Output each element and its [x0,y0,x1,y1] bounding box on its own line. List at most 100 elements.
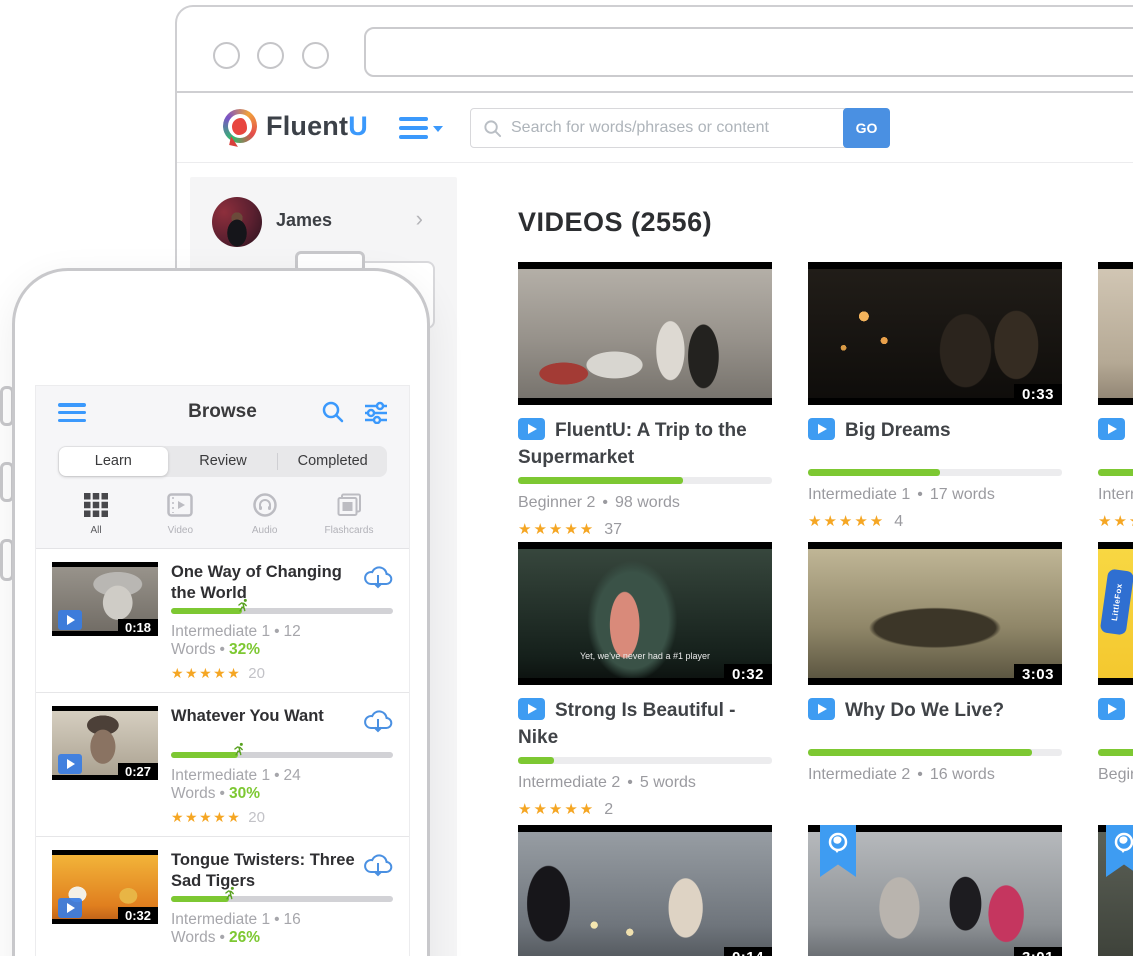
search-icon [483,119,502,138]
duration-badge: 3:01 [1014,947,1062,956]
search-field[interactable]: Search for words/phrases or content GO [470,108,890,148]
video-card[interactable]: 0:14 [518,825,772,956]
duration-badge: 0:14 [724,947,772,956]
app-header: FluentU Search for words/phrases or cont… [177,93,1133,163]
duration-badge: 0:33 [1014,384,1062,405]
chevron-down-icon [433,126,443,132]
video-thumbnail[interactable] [518,262,772,405]
filter-all[interactable]: All [64,491,128,536]
video-thumbnail[interactable]: Yet, we've never had a #1 player0:32 [518,542,772,685]
play-icon [1098,418,1125,440]
download-cloud-icon[interactable] [363,564,393,590]
user-name: James [276,210,332,231]
progress-bar [1098,749,1133,756]
video-meta: Intermediate 2•5 words [518,774,772,792]
star-rating: ★★★★★4 [808,512,1062,531]
play-icon [58,610,82,630]
stars-icon: ★★★★★ [518,521,595,538]
filter-flashcards[interactable]: Flashcards [317,491,381,536]
video-card[interactable]: LittleFox W Begin [1098,542,1133,784]
tab-completed[interactable]: Completed [278,446,387,477]
content-type-filters: All Video Audio Flashcards [64,491,381,536]
video-title: Big Dreams [845,420,951,441]
video-thumbnail[interactable]: 0:27 [52,706,158,780]
video-card[interactable] [1098,825,1133,956]
progress-bar [518,757,772,764]
video-card[interactable]: 3:01 [808,825,1062,956]
page-title: VIDEOS (2556) [518,207,712,238]
video-thumbnail[interactable] [1098,262,1133,405]
window-control-icon[interactable] [213,42,240,69]
star-rating: ★★★★★37 [518,520,772,539]
phone-screen-title: Browse [36,401,409,423]
window-control-icon[interactable] [302,42,329,69]
flashcards-icon [317,491,381,519]
star-rating: ★★★★★20 [171,665,393,682]
search-icon[interactable] [321,400,345,424]
progress-bar [1098,469,1133,476]
stars-icon: ★★★★★ [808,513,885,530]
grid-icon [64,491,128,519]
list-item[interactable]: 0:27 Whatever You Want Intermediate 1•24… [36,693,409,837]
video-card[interactable]: 3:03 Why Do We Live? Intermediate 2•16 w… [808,542,1062,784]
video-title: FluentU: A Trip to the Supermarket [518,420,747,468]
filter-audio[interactable]: Audio [233,491,297,536]
star-rating: ★★★★★2 [518,800,772,819]
video-thumbnail[interactable]: LittleFox [1098,542,1133,685]
stars-icon: ★★★★★ [171,665,241,681]
progress-bar [171,608,393,614]
video-thumbnail[interactable]: 0:14 [518,825,772,956]
video-thumbnail[interactable]: 0:32 [52,850,158,924]
video-title: Whatever You Want [171,706,393,750]
download-cloud-icon[interactable] [363,852,393,878]
filter-video[interactable]: Video [148,491,212,536]
tab-learn[interactable]: Learn [59,447,168,476]
video-card[interactable]: FluentU: A Trip to the Supermarket Begin… [518,262,772,539]
go-button[interactable]: GO [843,108,890,148]
video-thumbnail[interactable]: 3:01 [808,825,1062,956]
duration-badge: 0:18 [118,619,158,636]
fluentu-logo[interactable]: FluentU [223,109,368,143]
video-meta: Intermediate 1•17 words [808,486,1062,504]
download-cloud-icon[interactable] [363,708,393,734]
video-thumbnail[interactable]: 0:33 [808,262,1062,405]
video-card[interactable]: 0:33 Big Dreams Intermediate 1•17 words … [808,262,1062,531]
video-thumbnail[interactable]: 0:18 [52,562,158,636]
list-item[interactable]: 0:18 One Way of Changing the World Inter… [36,549,409,693]
video-card[interactable]: 3 Interm ★★★ [1098,262,1133,530]
video-title: One Way of Changing the World [171,562,393,606]
url-bar[interactable] [364,27,1133,77]
duration-badge: 0:27 [118,763,158,780]
phone-screen: Browse Learn Review Completed All [35,385,410,956]
video-meta: Beginner 2•98 words [518,494,772,512]
main-menu-button[interactable] [399,115,445,143]
video-thumbnail[interactable]: 3:03 [808,542,1062,685]
video-title: Why Do We Live? [845,700,1004,721]
play-icon [518,418,545,440]
list-item[interactable]: 0:32 Tongue Twisters: Three Sad Tigers I… [36,837,409,956]
play-icon [518,698,545,720]
segmented-control: Learn Review Completed [58,446,387,477]
filter-sliders-icon[interactable] [363,400,389,424]
stars-icon: ★★★★★ [171,809,241,825]
video-title: Tongue Twisters: Three Sad Tigers [171,850,393,894]
play-icon [1098,698,1125,720]
avatar[interactable] [212,197,262,247]
video-meta: Interm [1098,486,1133,504]
hamburger-icon [399,117,428,139]
play-icon [58,898,82,918]
chevron-right-icon[interactable]: › [416,206,423,232]
video-icon [148,491,212,519]
window-control-icon[interactable] [257,42,284,69]
star-rating: ★★★ [1098,512,1133,530]
video-meta: Intermediate 1•16 Words•26% [171,911,393,947]
video-card[interactable]: Yet, we've never had a #1 player0:32 Str… [518,542,772,819]
video-meta: Intermediate 2•16 words [808,766,1062,784]
tab-review[interactable]: Review [169,446,278,477]
duration-badge: 0:32 [118,907,158,924]
play-icon [58,754,82,774]
video-title: Strong Is Beautiful - Nike [518,700,736,748]
progress-bar [808,469,1062,476]
video-thumbnail[interactable] [1098,825,1133,956]
star-rating: ★★★★★20 [171,809,393,826]
